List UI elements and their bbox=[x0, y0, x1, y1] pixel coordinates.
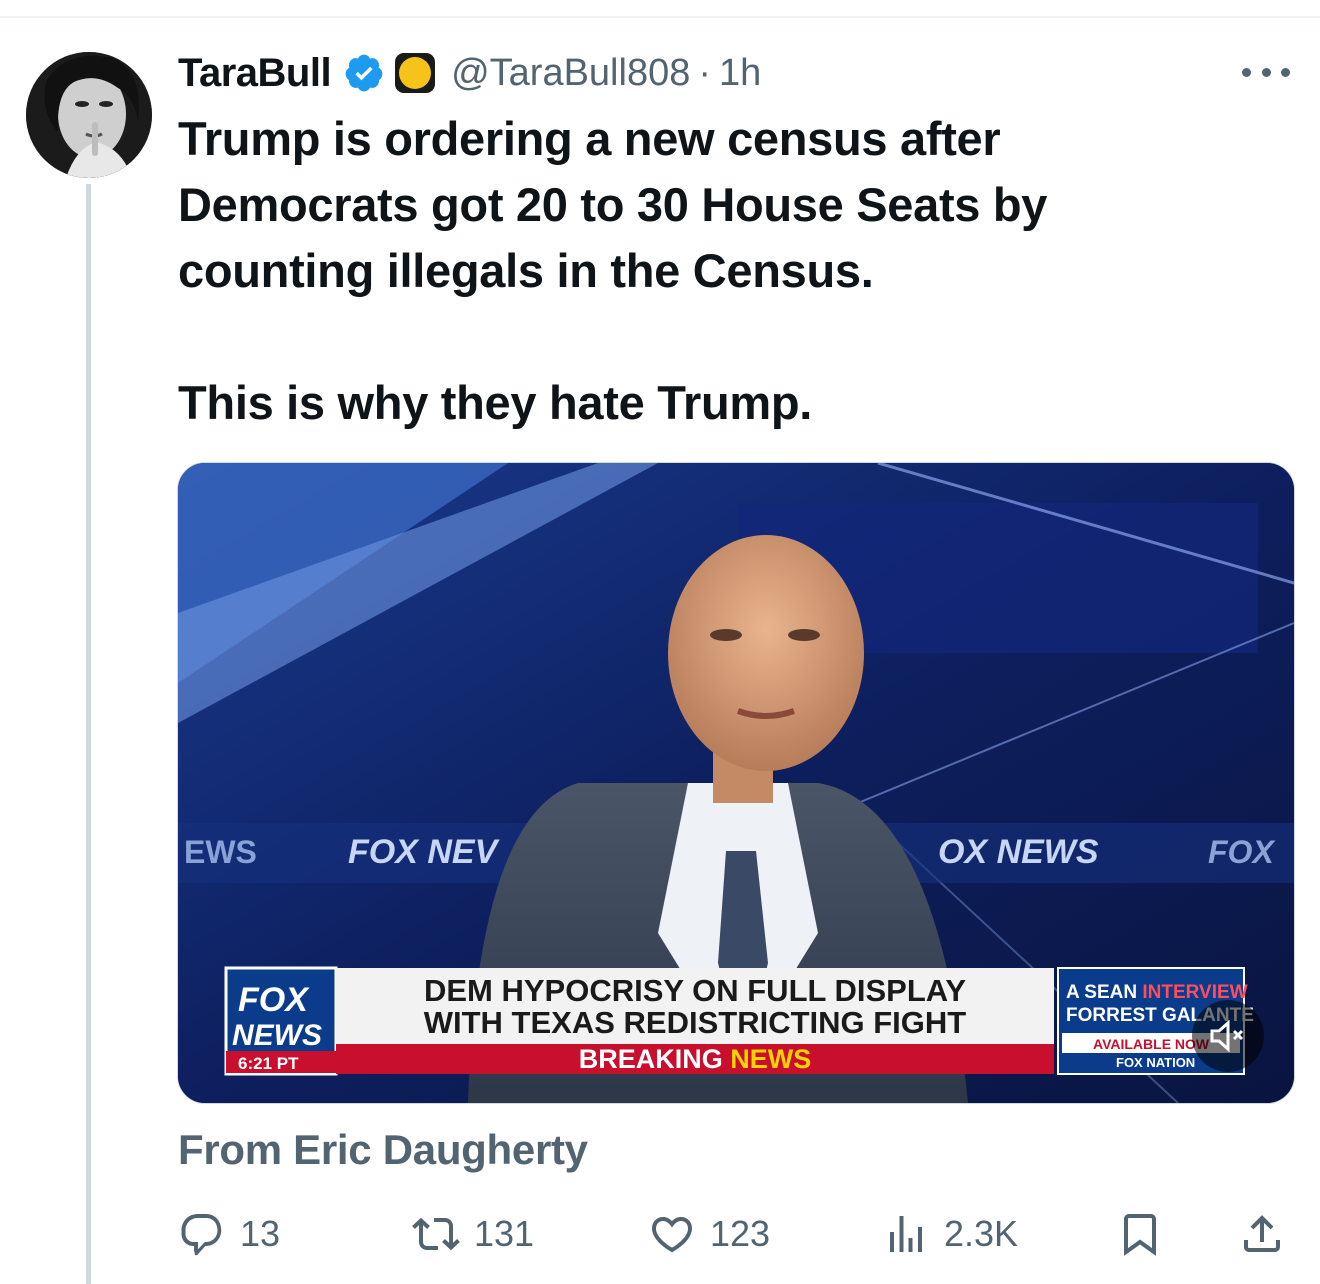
repost-count: 131 bbox=[474, 1213, 535, 1254]
fox-logo-text: FOX bbox=[238, 981, 310, 1019]
views-icon bbox=[890, 1216, 922, 1252]
reply-button[interactable]: 13 bbox=[178, 1204, 280, 1264]
presenter-head bbox=[668, 535, 864, 771]
bookmark-button[interactable] bbox=[1116, 1204, 1178, 1264]
more-dot bbox=[1261, 67, 1271, 77]
share-icon bbox=[1244, 1215, 1280, 1252]
bookmark-icon bbox=[1124, 1214, 1156, 1256]
breaking-news-text: BREAKING NEWS bbox=[579, 1044, 812, 1074]
promo-text: A SEAN INTERVIEW bbox=[1066, 982, 1248, 1003]
repost-icon bbox=[412, 1217, 460, 1251]
action-bar: 13 131 123 2.3K bbox=[178, 1204, 1288, 1264]
promo-text-a: A SEAN bbox=[1066, 982, 1137, 1003]
chyron-headline: DEM HYPOCRISY ON FULL DISPLAY bbox=[424, 973, 966, 1008]
tweet-text-line: Trump is ordering a new census after bbox=[178, 112, 1001, 165]
backdrop-text: EWS bbox=[184, 834, 257, 870]
promo-text-b: INTERVIEW bbox=[1142, 982, 1247, 1003]
thread-line bbox=[86, 184, 91, 1284]
like-icon bbox=[651, 1217, 693, 1253]
backdrop-text: FOX NEV bbox=[348, 833, 501, 871]
promo-text: FOX NATION bbox=[1116, 1055, 1195, 1070]
backdrop-text: FOX bbox=[1208, 834, 1275, 870]
author-name[interactable]: TaraBull bbox=[178, 51, 332, 96]
reply-count: 13 bbox=[240, 1213, 281, 1254]
news-word: NEWS bbox=[730, 1044, 811, 1074]
like-button[interactable]: 123 bbox=[648, 1204, 770, 1264]
avatar-photo bbox=[26, 52, 152, 178]
tweet-text-line: Democrats got 20 to 30 House Seats by bbox=[178, 178, 1048, 231]
top-divider bbox=[0, 16, 1320, 18]
broadcast-clock: 6:21 PT bbox=[238, 1054, 299, 1073]
views-button[interactable]: 2.3K bbox=[882, 1204, 1018, 1264]
video-player[interactable]: EWS FOX NEV OX NEWS FOX FOX NEWS 6:21 PT… bbox=[177, 462, 1295, 1104]
more-dot bbox=[1281, 67, 1290, 77]
tweet-text-line: counting illegals in the Census. bbox=[178, 244, 874, 297]
tweet-header: TaraBull @TaraBull808 · 1h bbox=[178, 50, 761, 96]
video-source-attribution[interactable]: From Eric Daugherty bbox=[178, 1126, 588, 1174]
author-handle[interactable]: @TaraBull808 bbox=[451, 52, 690, 95]
tweet-text: Trump is ordering a new census after Dem… bbox=[178, 106, 1278, 436]
yellow-circle-emoji-icon bbox=[395, 53, 436, 93]
chyron-headline: WITH TEXAS REDISTRICTING FIGHT bbox=[424, 1005, 967, 1040]
like-count: 123 bbox=[710, 1213, 771, 1254]
reply-icon bbox=[181, 1214, 222, 1256]
repost-button[interactable]: 131 bbox=[412, 1204, 534, 1264]
more-icon[interactable] bbox=[1242, 66, 1290, 78]
views-count: 2.3K bbox=[944, 1213, 1019, 1254]
verified-badge-icon[interactable] bbox=[343, 52, 385, 94]
breaking-word: BREAKING bbox=[579, 1044, 723, 1074]
backdrop-text: OX NEWS bbox=[938, 833, 1099, 871]
share-button[interactable] bbox=[1238, 1204, 1300, 1264]
tweet-text-line: This is why they hate Trump. bbox=[178, 376, 813, 429]
header-separator: · bbox=[698, 51, 711, 94]
avatar[interactable] bbox=[26, 52, 152, 178]
tweet-time[interactable]: 1h bbox=[719, 52, 761, 95]
more-dot bbox=[1242, 67, 1251, 77]
fox-logo-text: NEWS bbox=[232, 1019, 322, 1052]
video-frame: EWS FOX NEV OX NEWS FOX FOX NEWS 6:21 PT… bbox=[178, 463, 1294, 1103]
